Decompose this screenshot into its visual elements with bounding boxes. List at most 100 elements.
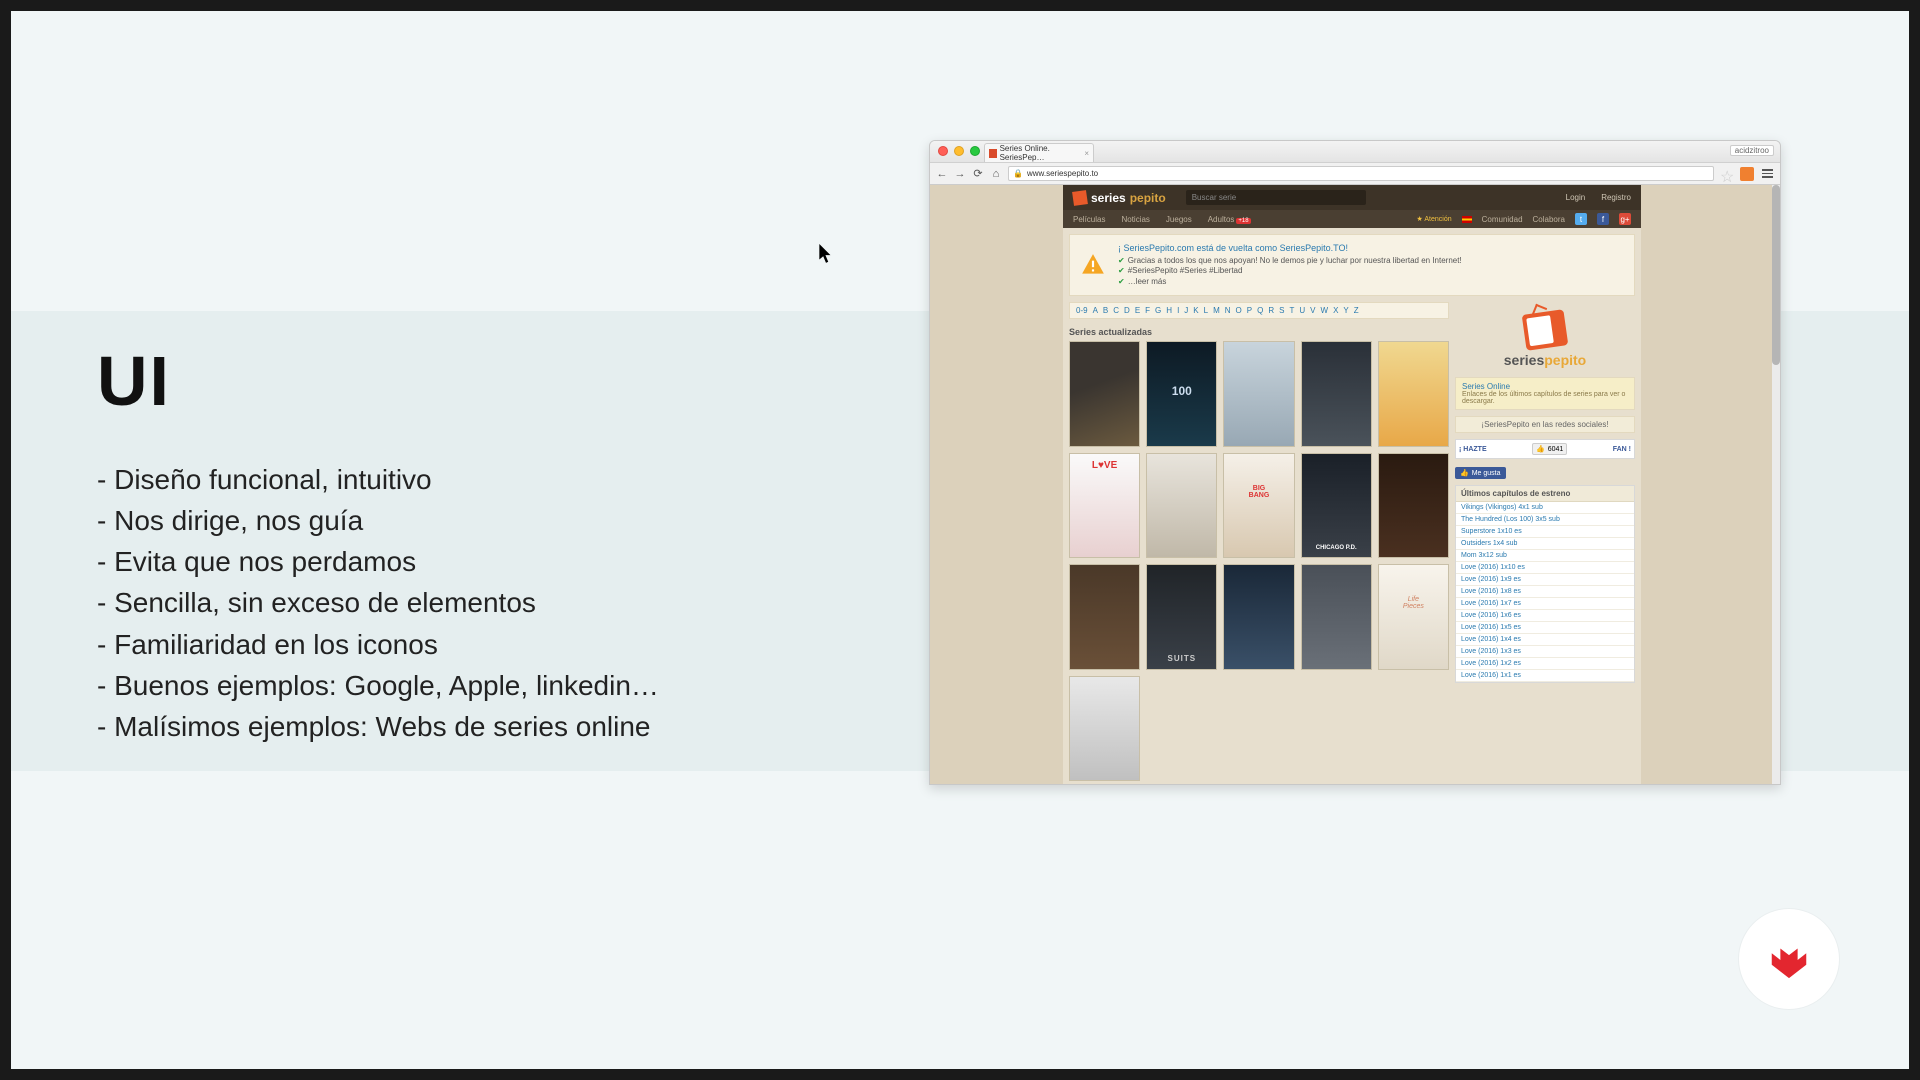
- az-link[interactable]: A: [1093, 306, 1098, 315]
- logo-text-a: series: [1091, 191, 1126, 205]
- poster-item[interactable]: [1378, 341, 1449, 446]
- nav-adultos[interactable]: Adultos+18: [1208, 215, 1251, 224]
- poster-item[interactable]: SUITS: [1146, 564, 1217, 669]
- az-link[interactable]: E: [1135, 306, 1140, 315]
- back-icon[interactable]: ←: [936, 168, 948, 180]
- poster-item[interactable]: [1301, 341, 1372, 446]
- az-link[interactable]: F: [1145, 306, 1150, 315]
- close-icon[interactable]: [938, 146, 948, 156]
- az-link[interactable]: O: [1236, 306, 1242, 315]
- episode-link[interactable]: Mom 3x12 sub: [1456, 550, 1634, 562]
- episode-link[interactable]: Outsiders 1x4 sub: [1456, 538, 1634, 550]
- site-logo[interactable]: seriespepito: [1073, 191, 1166, 205]
- az-link[interactable]: J: [1184, 306, 1188, 315]
- browser-tab[interactable]: Series Online. SeriesPep… ×: [984, 143, 1094, 162]
- nav-juegos[interactable]: Juegos: [1166, 215, 1192, 224]
- az-link[interactable]: T: [1289, 306, 1294, 315]
- forward-icon[interactable]: →: [954, 168, 966, 180]
- extension-icon[interactable]: [1740, 167, 1754, 181]
- episode-link[interactable]: Love (2016) 1x2 es: [1456, 658, 1634, 670]
- hamburger-icon[interactable]: [1760, 167, 1774, 181]
- episode-link[interactable]: Love (2016) 1x5 es: [1456, 622, 1634, 634]
- episode-link[interactable]: Love (2016) 1x4 es: [1456, 634, 1634, 646]
- poster-item[interactable]: [1378, 453, 1449, 558]
- fb-like-button[interactable]: 👍6041: [1532, 443, 1567, 455]
- az-link[interactable]: Z: [1354, 306, 1359, 315]
- az-link[interactable]: P: [1247, 306, 1252, 315]
- poster-item[interactable]: [1223, 341, 1294, 446]
- poster-item[interactable]: LifePieces: [1378, 564, 1449, 669]
- az-link[interactable]: G: [1155, 306, 1161, 315]
- minimize-icon[interactable]: [954, 146, 964, 156]
- scrollbar-thumb[interactable]: [1772, 185, 1780, 365]
- maximize-icon[interactable]: [970, 146, 980, 156]
- sidebar-logo[interactable]: seriespepito: [1455, 302, 1635, 377]
- episode-link[interactable]: Vikings (Vikingos) 4x1 sub: [1456, 502, 1634, 514]
- nav-noticias[interactable]: Noticias: [1121, 215, 1149, 224]
- episode-link[interactable]: Love (2016) 1x6 es: [1456, 610, 1634, 622]
- nav-atencion[interactable]: ★ Atención: [1417, 215, 1452, 223]
- az-link[interactable]: R: [1268, 306, 1274, 315]
- bookmark-icon[interactable]: ☆: [1720, 167, 1734, 181]
- episode-link[interactable]: Love (2016) 1x10 es: [1456, 562, 1634, 574]
- nav-peliculas[interactable]: Películas: [1073, 215, 1105, 224]
- profile-badge[interactable]: acidzitroo: [1730, 145, 1774, 156]
- episode-link[interactable]: Love (2016) 1x3 es: [1456, 646, 1634, 658]
- az-link[interactable]: N: [1225, 306, 1231, 315]
- poster-item[interactable]: [1301, 564, 1372, 669]
- az-link[interactable]: Q: [1257, 306, 1263, 315]
- poster-item[interactable]: CHICAGO P.D.: [1301, 453, 1372, 558]
- notice-title[interactable]: ¡ SeriesPepito.com está de vuelta como S…: [1118, 243, 1624, 253]
- az-link[interactable]: X: [1333, 306, 1338, 315]
- episode-link[interactable]: Love (2016) 1x9 es: [1456, 574, 1634, 586]
- reload-icon[interactable]: ⟳: [972, 168, 984, 180]
- poster-item[interactable]: 100: [1146, 341, 1217, 446]
- poster-item[interactable]: [1069, 676, 1140, 781]
- page-viewport: seriespepito Buscar serie Login Registro…: [930, 185, 1780, 784]
- az-link[interactable]: L: [1204, 306, 1208, 315]
- bullet-item: Buenos ejemplos: Google, Apple, linkedin…: [97, 665, 659, 706]
- poster-item[interactable]: L♥VE: [1069, 453, 1140, 558]
- az-link[interactable]: D: [1124, 306, 1130, 315]
- az-link[interactable]: 0-9: [1076, 306, 1088, 315]
- az-link[interactable]: S: [1279, 306, 1284, 315]
- section-updated-title: Series actualizadas: [1069, 327, 1449, 337]
- az-link[interactable]: K: [1193, 306, 1198, 315]
- episode-link[interactable]: The Hundred (Los 100) 3x5 sub: [1456, 514, 1634, 526]
- url-input[interactable]: 🔒 www.seriespepito.to: [1008, 166, 1714, 181]
- bullet-item: Evita que nos perdamos: [97, 541, 659, 582]
- az-link[interactable]: C: [1113, 306, 1119, 315]
- close-tab-icon[interactable]: ×: [1084, 149, 1089, 158]
- az-link[interactable]: Y: [1343, 306, 1348, 315]
- episode-link[interactable]: Love (2016) 1x1 es: [1456, 670, 1634, 682]
- nav-comunidad[interactable]: Comunidad: [1482, 215, 1523, 224]
- az-link[interactable]: M: [1213, 306, 1220, 315]
- episode-link[interactable]: Love (2016) 1x8 es: [1456, 586, 1634, 598]
- az-link[interactable]: V: [1310, 306, 1315, 315]
- poster-item[interactable]: BIGBANG: [1223, 453, 1294, 558]
- poster-item[interactable]: [1146, 453, 1217, 558]
- az-link[interactable]: B: [1103, 306, 1108, 315]
- notice-more[interactable]: …leer más: [1128, 277, 1167, 287]
- register-link[interactable]: Registro: [1601, 193, 1631, 202]
- poster-item[interactable]: [1223, 564, 1294, 669]
- brand-badge[interactable]: [1739, 909, 1839, 1009]
- episode-link[interactable]: Superstore 1x10 es: [1456, 526, 1634, 538]
- facebook-icon[interactable]: f: [1597, 213, 1609, 225]
- fb-row: ¡ HAZTE 👍6041 FAN !: [1455, 439, 1635, 459]
- nav-colabora[interactable]: Colabora: [1533, 215, 1565, 224]
- episode-link[interactable]: Love (2016) 1x7 es: [1456, 598, 1634, 610]
- az-link[interactable]: U: [1299, 306, 1305, 315]
- home-icon[interactable]: ⌂: [990, 168, 1002, 180]
- az-link[interactable]: I: [1177, 306, 1179, 315]
- poster-item[interactable]: [1069, 564, 1140, 669]
- poster-item[interactable]: [1069, 341, 1140, 446]
- fb-gusta-button[interactable]: 👍Me gusta: [1455, 467, 1506, 479]
- login-link[interactable]: Login: [1566, 193, 1586, 202]
- search-input[interactable]: Buscar serie: [1186, 190, 1366, 205]
- twitter-icon[interactable]: t: [1575, 213, 1587, 225]
- az-link[interactable]: H: [1166, 306, 1172, 315]
- bullet-item: Nos dirige, nos guía: [97, 500, 659, 541]
- googleplus-icon[interactable]: g+: [1619, 213, 1631, 225]
- az-link[interactable]: W: [1321, 306, 1329, 315]
